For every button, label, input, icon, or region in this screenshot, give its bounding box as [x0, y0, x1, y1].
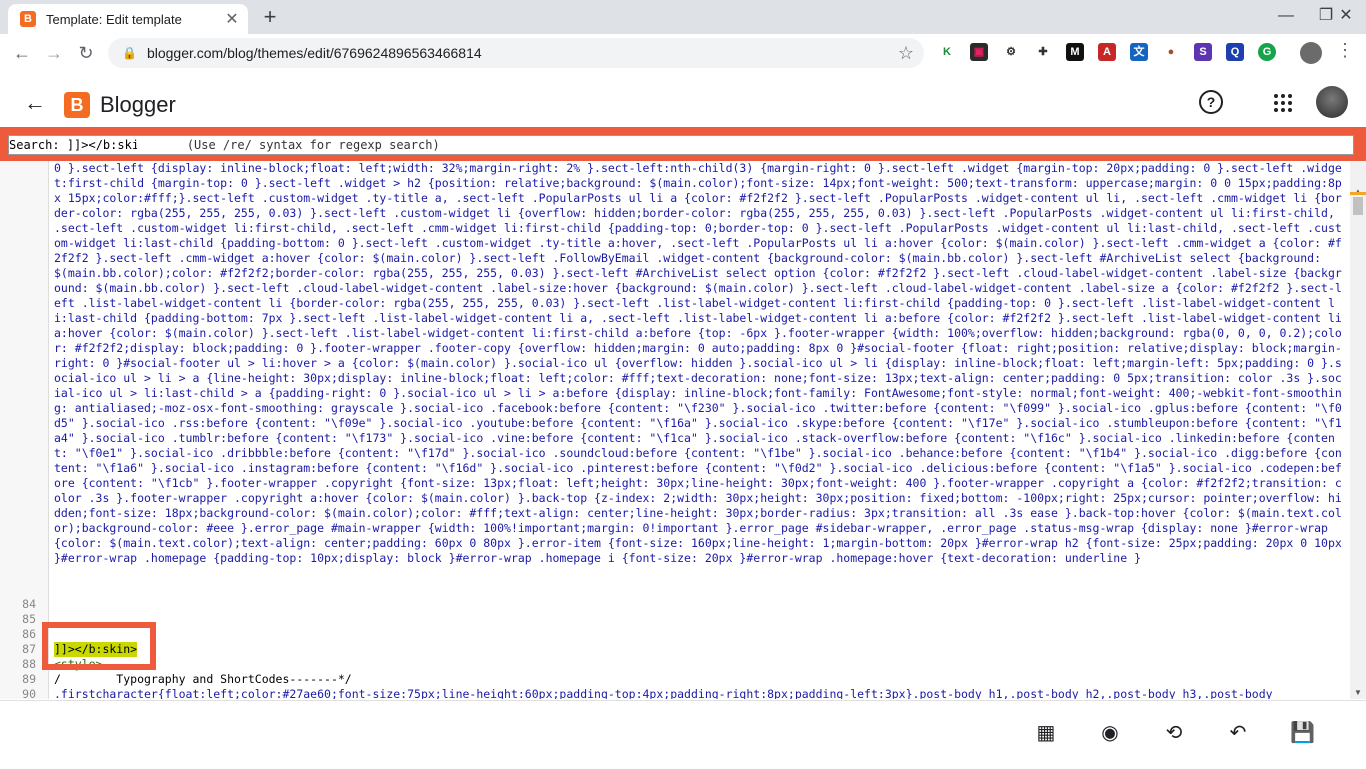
code-line[interactable]: 90 .firstcharacter{float:left;color:#27ae… [0, 687, 1350, 699]
extension-m-icon[interactable]: M [1066, 43, 1084, 61]
match-highlight-box [42, 622, 156, 670]
scroll-down-icon[interactable]: ▼ [1354, 688, 1362, 697]
blogger-favicon-icon: B [20, 11, 36, 27]
browser-chrome: B Template: Edit template ✕ + — ❐ ✕ ← → … [0, 0, 1366, 73]
editor-footer-toolbar: ▦ ◉ ⟲ ↶ 💾 [0, 700, 1366, 769]
scroll-thumb[interactable] [1353, 197, 1363, 215]
code-line[interactable]: 84 [0, 597, 1350, 612]
line-number: 86 [22, 627, 36, 641]
extension-q-icon[interactable]: Q [1226, 43, 1244, 61]
editor-scrollbar[interactable]: ▲ ▼ [1350, 161, 1366, 699]
blogger-logo-icon: B [64, 92, 90, 118]
extension-grammarly-icon[interactable]: G [1258, 43, 1276, 61]
line-text: / Typography and ShortCodes-------*/ [54, 672, 352, 686]
close-window-button[interactable]: ✕ [1326, 2, 1366, 30]
restore-icon[interactable]: ⟲ [1162, 721, 1186, 745]
avatar[interactable] [1316, 86, 1348, 118]
preview-icon[interactable]: ◉ [1098, 721, 1122, 745]
extension-k-icon[interactable]: K [938, 43, 956, 61]
code-wrapped-line[interactable]: 0 }.sect-left {display: inline-block;flo… [54, 161, 1344, 566]
lock-icon: 🔒 [122, 46, 137, 60]
browser-toolbar: ← → ↻ 🔒 blogger.com/blog/themes/edit/676… [0, 34, 1366, 73]
help-icon[interactable]: ? [1199, 90, 1223, 114]
browser-tab[interactable]: B Template: Edit template ✕ [8, 4, 248, 34]
line-number: 89 [22, 672, 36, 686]
line-number: 90 [22, 687, 36, 699]
address-bar[interactable]: 🔒 blogger.com/blog/themes/edit/676962489… [108, 38, 924, 68]
blogger-app-bar: ← B Blogger ? [0, 72, 1366, 130]
extension-translate-icon[interactable]: 文 [1130, 43, 1148, 61]
code-line[interactable]: 88 <style> [0, 657, 1350, 672]
extension-s-icon[interactable]: S [1194, 43, 1212, 61]
search-label: Search: [9, 138, 60, 152]
line-number: 88 [22, 657, 36, 671]
search-dialog: Search: (Use /re/ syntax for regexp sear… [8, 135, 1354, 155]
extension-cookie-icon[interactable]: ● [1162, 43, 1180, 61]
browser-menu-icon[interactable]: ⋮ [1336, 40, 1354, 61]
code-line[interactable]: 85 [0, 612, 1350, 627]
back-nav-icon[interactable]: ← [10, 41, 34, 65]
apps-grid-icon[interactable] [1274, 94, 1292, 112]
extension-gear-icon[interactable]: ⚙ [1002, 43, 1020, 61]
line-text: .firstcharacter{float:left;color:#27ae60… [54, 687, 1273, 699]
new-tab-button[interactable]: + [258, 5, 282, 29]
back-arrow-icon[interactable]: ← [24, 90, 46, 116]
code-line[interactable]: 89 / Typography and ShortCodes-------*/ [0, 672, 1350, 687]
search-hint: (Use /re/ syntax for regexp search) [186, 138, 440, 152]
widgets-icon[interactable]: ▦ [1034, 721, 1058, 745]
url-text[interactable]: blogger.com/blog/themes/edit/67696248965… [147, 45, 898, 61]
line-number: 85 [22, 612, 36, 626]
save-icon[interactable]: 💾 [1290, 721, 1315, 745]
code-editor[interactable]: 0 }.sect-left {display: inline-block;flo… [0, 161, 1366, 699]
tab-title: Template: Edit template [46, 11, 182, 27]
tab-close-icon[interactable]: ✕ [222, 9, 242, 29]
line-number: 84 [22, 597, 36, 611]
code-line-match[interactable]: 87]]></b:skin> [0, 642, 1350, 657]
bookmark-star-icon[interactable]: ☆ [898, 43, 914, 64]
minimize-button[interactable]: — [1266, 2, 1306, 30]
extension-acrobat-icon[interactable]: A [1098, 43, 1116, 61]
line-number: 87 [22, 642, 36, 656]
extension-ink-icon[interactable]: ▣ [970, 43, 988, 61]
search-highlight-box: Search: (Use /re/ syntax for regexp sear… [0, 127, 1366, 161]
app-name: Blogger [100, 92, 176, 117]
search-result-marker [1350, 192, 1366, 195]
forward-nav-icon[interactable]: → [42, 41, 66, 65]
reload-icon[interactable]: ↻ [74, 41, 98, 65]
code-line[interactable]: 86 [0, 627, 1350, 642]
browser-profile-icon[interactable] [1300, 42, 1322, 64]
search-input[interactable] [66, 138, 137, 152]
extension-puzzle-icon[interactable]: ✚ [1034, 43, 1052, 61]
undo-icon[interactable]: ↶ [1226, 721, 1250, 745]
